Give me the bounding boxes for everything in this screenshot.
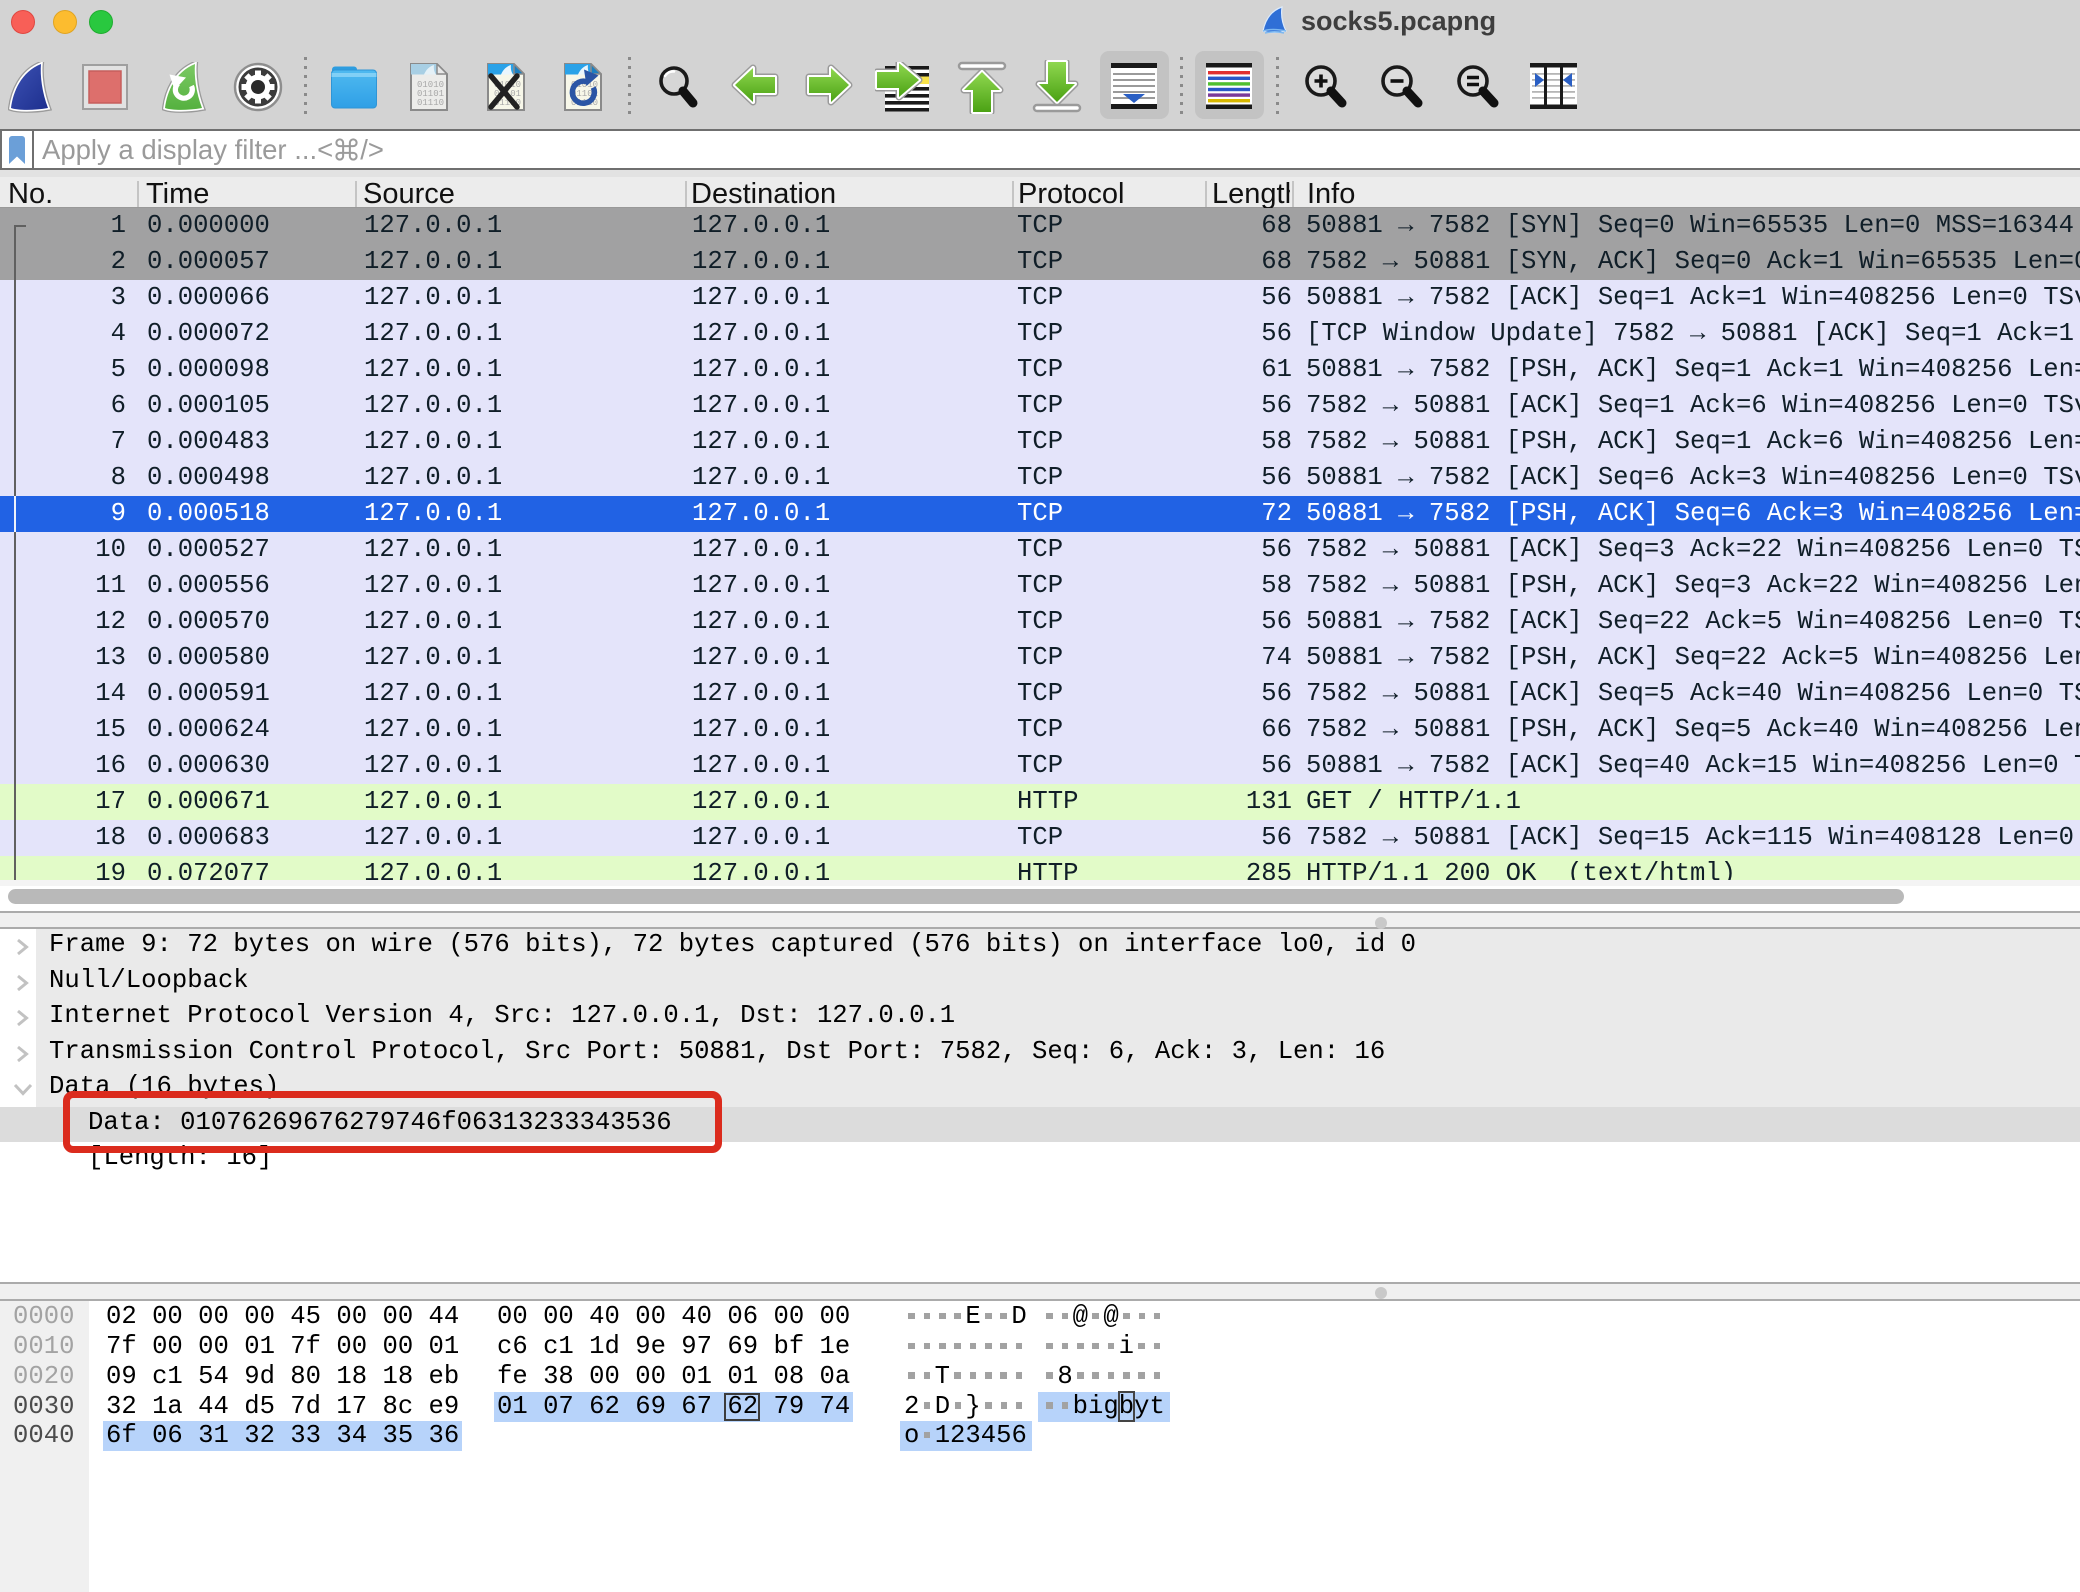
svg-text:01110: 01110 <box>417 98 444 108</box>
